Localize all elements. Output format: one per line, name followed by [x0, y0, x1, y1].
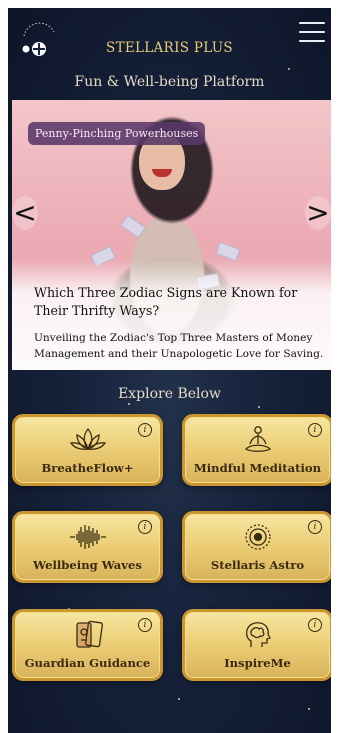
carousel-next-arrow[interactable]: > — [305, 196, 331, 230]
meditating-person-icon — [239, 425, 277, 455]
tile-inspireme[interactable]: i InspireMe — [182, 609, 331, 681]
app-screen: STELLARIS PLUS Fun & Well-being Platform… — [8, 8, 331, 733]
tile-mindful-meditation[interactable]: i Mindful Meditation — [182, 414, 331, 486]
tile-label: BreatheFlow+ — [41, 461, 134, 475]
tile-label: InspireMe — [224, 656, 291, 670]
lotus-icon — [69, 425, 107, 455]
sound-wave-icon — [69, 522, 107, 552]
zodiac-wheel-icon — [239, 522, 277, 552]
tile-label: Guardian Guidance — [24, 656, 151, 670]
money-bill — [120, 214, 146, 239]
tile-breatheflow[interactable]: i BreatheFlow+ — [12, 414, 163, 486]
tile-guardian-guidance[interactable]: i Guardian Guidance — [12, 609, 163, 681]
tarot-cards-icon — [69, 620, 107, 650]
app-title: STELLARIS PLUS — [106, 40, 233, 56]
tile-label: Stellaris Astro — [210, 558, 305, 572]
carousel-prev-arrow[interactable]: < — [12, 196, 38, 230]
tile-stellaris-astro[interactable]: i Stellaris Astro — [182, 511, 331, 583]
top-bar: STELLARIS PLUS — [8, 8, 331, 72]
money-bill — [215, 241, 241, 262]
slide-category-tag: Penny-Pinching Powerhouses — [28, 122, 206, 145]
tile-label: Mindful Meditation — [193, 461, 322, 475]
star-decoration — [308, 708, 310, 710]
platform-subtitle: Fun & Well-being Platform — [74, 74, 265, 90]
explore-heading: Explore Below — [118, 386, 221, 402]
info-icon[interactable]: i — [308, 520, 322, 534]
star-decoration — [258, 406, 260, 408]
star-decoration — [128, 403, 130, 405]
info-icon[interactable]: i — [308, 618, 322, 632]
tile-wellbeing-waves[interactable]: i Wellbeing Waves — [12, 511, 163, 583]
tile-label: Wellbeing Waves — [33, 558, 142, 572]
slide-headline[interactable]: Which Three Zodiac Signs are Known for T… — [34, 284, 324, 320]
slide-description: Unveiling the Zodiac's Top Three Masters… — [34, 332, 324, 360]
info-icon[interactable]: i — [138, 618, 152, 632]
info-icon[interactable]: i — [308, 423, 322, 437]
info-icon[interactable]: i — [138, 520, 152, 534]
info-icon[interactable]: i — [138, 423, 152, 437]
featured-carousel[interactable]: Penny-Pinching Powerhouses < > Which Thr… — [12, 100, 331, 370]
star-decoration — [178, 698, 180, 700]
head-brain-icon — [239, 620, 277, 650]
hamburger-menu-icon[interactable] — [299, 22, 325, 44]
